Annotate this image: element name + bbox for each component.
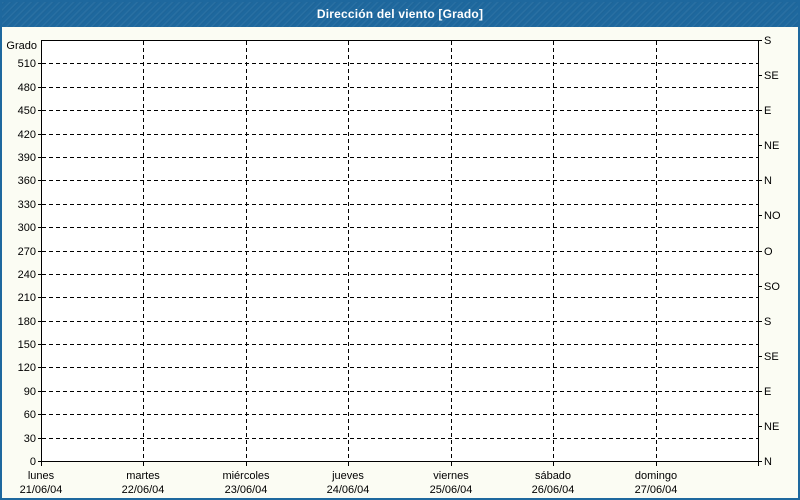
day-label: viernes [433, 470, 469, 482]
y-tick-label-left: 360 [18, 175, 36, 187]
title-bar: Dirección del viento [Grado] [2, 2, 798, 27]
day-label: martes [126, 470, 160, 482]
compass-label: N [764, 456, 772, 468]
compass-label: SO [764, 281, 780, 293]
compass-label: NO [764, 210, 781, 222]
wind-direction-chart: 0 30 60 90 120 150 180 210 240 270 300 330 360 390 420… [2, 27, 798, 498]
y-axis-title: Grado [6, 40, 37, 52]
compass-label: E [764, 105, 771, 117]
date-label: 22/06/04 [122, 484, 165, 496]
date-label: 27/06/04 [635, 484, 678, 496]
day-label: sábado [535, 470, 571, 482]
compass-label: NE [764, 421, 779, 433]
y-tick-label-left: 150 [18, 339, 36, 351]
compass-label: O [764, 246, 773, 258]
date-label: 21/06/04 [20, 484, 63, 496]
y-tick-label-left: 90 [24, 386, 36, 398]
date-label: 25/06/04 [430, 484, 473, 496]
day-label: lunes [28, 470, 55, 482]
compass-label: NE [764, 140, 779, 152]
chart-window: Dirección del viento [Grado] 0 30 60 90 120 1… [0, 0, 800, 500]
compass-label: SE [764, 351, 779, 363]
compass-label: E [764, 386, 771, 398]
y-tick-label-left: 390 [18, 152, 36, 164]
y-tick-label-left: 210 [18, 292, 36, 304]
y-tick-label-left: 330 [18, 199, 36, 211]
y-tick-label-left: 510 [18, 58, 36, 70]
y-tick-label-left: 480 [18, 82, 36, 94]
y-tick-label-left: 60 [24, 409, 36, 421]
y-tick-label-left: 180 [18, 316, 36, 328]
chart-title: Dirección del viento [Grado] [317, 7, 483, 21]
y-tick-label-left: 30 [24, 433, 36, 445]
day-label: domingo [635, 470, 677, 482]
day-label: miércoles [222, 470, 270, 482]
y-tick-label-left: 240 [18, 269, 36, 281]
date-label: 23/06/04 [225, 484, 268, 496]
compass-label: S [764, 316, 771, 328]
y-tick-label-left: 420 [18, 129, 36, 141]
compass-label: S [764, 35, 771, 47]
y-tick-label-left: 120 [18, 362, 36, 374]
date-label: 24/06/04 [327, 484, 370, 496]
y-tick-label-left: 0 [30, 456, 36, 468]
day-label: jueves [331, 470, 364, 482]
date-label: 26/06/04 [532, 484, 575, 496]
chart-content: 0 30 60 90 120 150 180 210 240 270 300 330 360 390 420… [2, 27, 798, 498]
compass-label: SE [764, 70, 779, 82]
compass-label: N [764, 175, 772, 187]
y-tick-label-left: 270 [18, 246, 36, 258]
y-tick-label-left: 450 [18, 105, 36, 117]
y-tick-label-left: 300 [18, 222, 36, 234]
